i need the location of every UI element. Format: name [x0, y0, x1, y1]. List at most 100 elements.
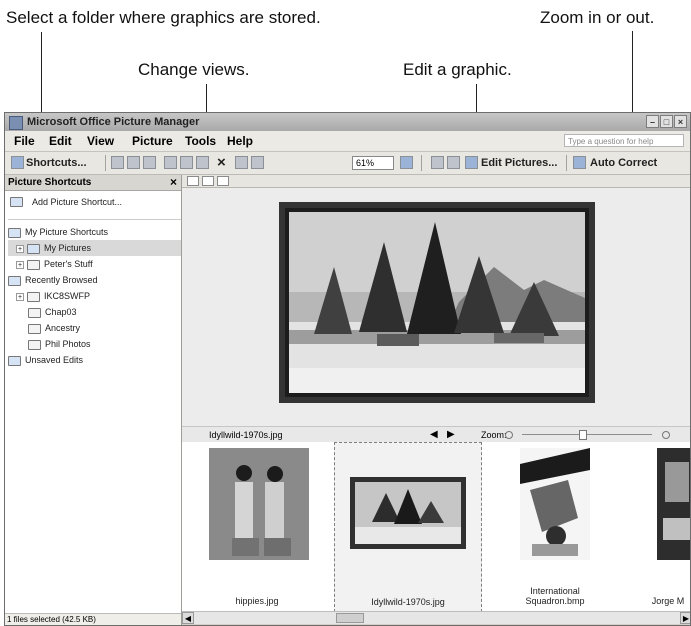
rotate-left-icon[interactable]	[431, 156, 444, 169]
tree-node-ikc8swfp[interactable]: + IKC8SWFP	[8, 288, 181, 304]
rotate-right-icon[interactable]	[447, 156, 460, 169]
folder-icon	[8, 355, 21, 366]
menu-help[interactable]: Help	[227, 131, 253, 151]
expand-icon[interactable]: +	[16, 260, 24, 269]
zoom-label: Zoom:	[481, 430, 507, 440]
pane-header: Picture Shortcuts ×	[5, 175, 181, 191]
thumbnail-strip: hippies.jpg Idyllwild-1970s.jpg Internat…	[182, 442, 690, 614]
filmstrip-view-button[interactable]	[202, 176, 214, 186]
paste-icon[interactable]	[196, 156, 209, 169]
copy-icon[interactable]	[180, 156, 193, 169]
shortcuts-icon	[11, 156, 24, 169]
folder-icon	[28, 307, 41, 318]
preview-area	[182, 188, 690, 426]
callout-change-views: Change views.	[138, 60, 250, 79]
callout-select-folder: Select a folder where graphics are store…	[6, 8, 321, 27]
zoom-in-icon[interactable]	[662, 431, 670, 439]
folder-tree: My Picture Shortcuts + My Pictures + Peter…	[8, 219, 181, 368]
previous-image-icon[interactable]: ◀	[430, 427, 438, 443]
minimize-button[interactable]: –	[646, 115, 659, 128]
cut-icon[interactable]	[164, 156, 177, 169]
menu-bar: File Edit View Picture Tools Help Type a…	[5, 131, 690, 152]
tree-node-unsaved-edits[interactable]: Unsaved Edits	[8, 352, 181, 368]
delete-icon[interactable]: ×	[217, 155, 226, 171]
folder-icon	[27, 259, 40, 270]
toolbar: Shortcuts... × 61% Edit Pictures... Auto…	[5, 152, 690, 175]
add-picture-shortcut-link[interactable]: Add Picture Shortcut...	[10, 197, 122, 207]
folder-icon	[8, 275, 21, 286]
status-bar: 1 files selected (42.5 KB)	[5, 613, 181, 625]
jorge-image	[657, 448, 690, 560]
single-picture-view-button[interactable]	[217, 176, 229, 186]
auto-correct-icon	[573, 156, 586, 169]
thumbnail-jorge[interactable]: Jorge M	[638, 442, 690, 610]
landscape-photo-icon	[289, 212, 585, 393]
folder-icon	[27, 243, 40, 254]
tree-node-recently-browsed[interactable]: Recently Browsed	[8, 272, 181, 288]
zoom-slider-track[interactable]	[522, 434, 652, 435]
scroll-right-icon[interactable]: ▶	[680, 612, 690, 624]
save-icon[interactable]	[111, 156, 124, 169]
email-icon[interactable]	[143, 156, 156, 169]
callout-zoom: Zoom in or out.	[540, 8, 655, 27]
print-icon[interactable]	[127, 156, 140, 169]
thumbnail-hippies[interactable]: hippies.jpg	[182, 442, 332, 610]
help-search-box[interactable]: Type a question for help	[564, 134, 684, 147]
pane-close-button[interactable]: ×	[170, 175, 177, 190]
title-bar: Microsoft Office Picture Manager – □ ×	[5, 113, 690, 131]
next-image-icon[interactable]: ▶	[447, 427, 455, 443]
close-button[interactable]: ×	[674, 115, 687, 128]
shortcuts-button[interactable]: Shortcuts...	[26, 155, 87, 171]
callout-edit-graphic: Edit a graphic.	[403, 60, 512, 79]
thumbnail-caption: hippies.jpg	[235, 596, 279, 606]
folder-icon	[28, 323, 41, 334]
scroll-thumb[interactable]	[336, 613, 364, 623]
picture-manager-window: Microsoft Office Picture Manager – □ × F…	[4, 112, 691, 626]
maximize-button[interactable]: □	[660, 115, 673, 128]
auto-correct-button[interactable]: Auto Correct	[590, 155, 657, 171]
tree-node-ancestry[interactable]: Ancestry	[8, 320, 181, 336]
menu-edit[interactable]: Edit	[49, 131, 72, 151]
folder-icon	[27, 291, 40, 302]
main-photo[interactable]	[279, 202, 595, 403]
folder-icon	[8, 227, 21, 238]
thumbnail-caption: International Squadron.bmp	[525, 586, 585, 606]
hippies-image	[209, 448, 309, 560]
squadron-poster-image	[520, 448, 590, 560]
undo-icon[interactable]	[235, 156, 248, 169]
menu-view[interactable]: View	[87, 131, 114, 151]
zoom-percent-box[interactable]: 61%	[352, 156, 394, 170]
edit-pictures-icon	[465, 156, 478, 169]
add-shortcut-label: Add Picture Shortcut...	[32, 197, 123, 207]
horizontal-scrollbar[interactable]: ◀ ▶	[182, 611, 690, 624]
edit-pictures-button[interactable]: Edit Pictures...	[481, 155, 557, 171]
window-title: Microsoft Office Picture Manager	[27, 116, 200, 128]
thumbnail-international-squadron[interactable]: International Squadron.bmp	[500, 442, 610, 610]
idyllwild-image	[350, 477, 466, 549]
picture-shortcuts-pane: Picture Shortcuts × Add Picture Shortcut…	[5, 175, 182, 625]
menu-file[interactable]: File	[14, 131, 35, 151]
thumbnail-idyllwild[interactable]: Idyllwild-1970s.jpg	[334, 442, 482, 612]
tree-node-my-picture-shortcuts[interactable]: My Picture Shortcuts	[8, 224, 181, 240]
menu-picture[interactable]: Picture	[132, 131, 173, 151]
thumbnail-view-button[interactable]	[187, 176, 199, 186]
photo-scene	[289, 212, 585, 393]
current-file-name: Idyllwild-1970s.jpg	[209, 430, 283, 440]
redo-icon[interactable]	[251, 156, 264, 169]
expand-icon[interactable]: +	[16, 244, 24, 253]
add-shortcut-icon	[10, 197, 23, 207]
tree-node-peters-stuff[interactable]: + Peter's Stuff	[8, 256, 181, 272]
zoom-tool-icon[interactable]	[400, 156, 413, 169]
scroll-left-icon[interactable]: ◀	[182, 612, 194, 624]
tree-node-phil-photos[interactable]: Phil Photos	[8, 336, 181, 352]
folder-icon	[28, 339, 41, 350]
zoom-slider-handle[interactable]	[579, 430, 587, 440]
view-switcher	[182, 175, 690, 188]
tree-node-chap03[interactable]: Chap03	[8, 304, 181, 320]
thumbnail-caption: Idyllwild-1970s.jpg	[371, 597, 445, 607]
zoom-out-icon[interactable]	[505, 431, 513, 439]
tree-node-my-pictures[interactable]: + My Pictures	[8, 240, 181, 256]
menu-tools[interactable]: Tools	[185, 131, 216, 151]
expand-icon[interactable]: +	[16, 292, 24, 301]
pane-title: Picture Shortcuts	[8, 177, 92, 188]
